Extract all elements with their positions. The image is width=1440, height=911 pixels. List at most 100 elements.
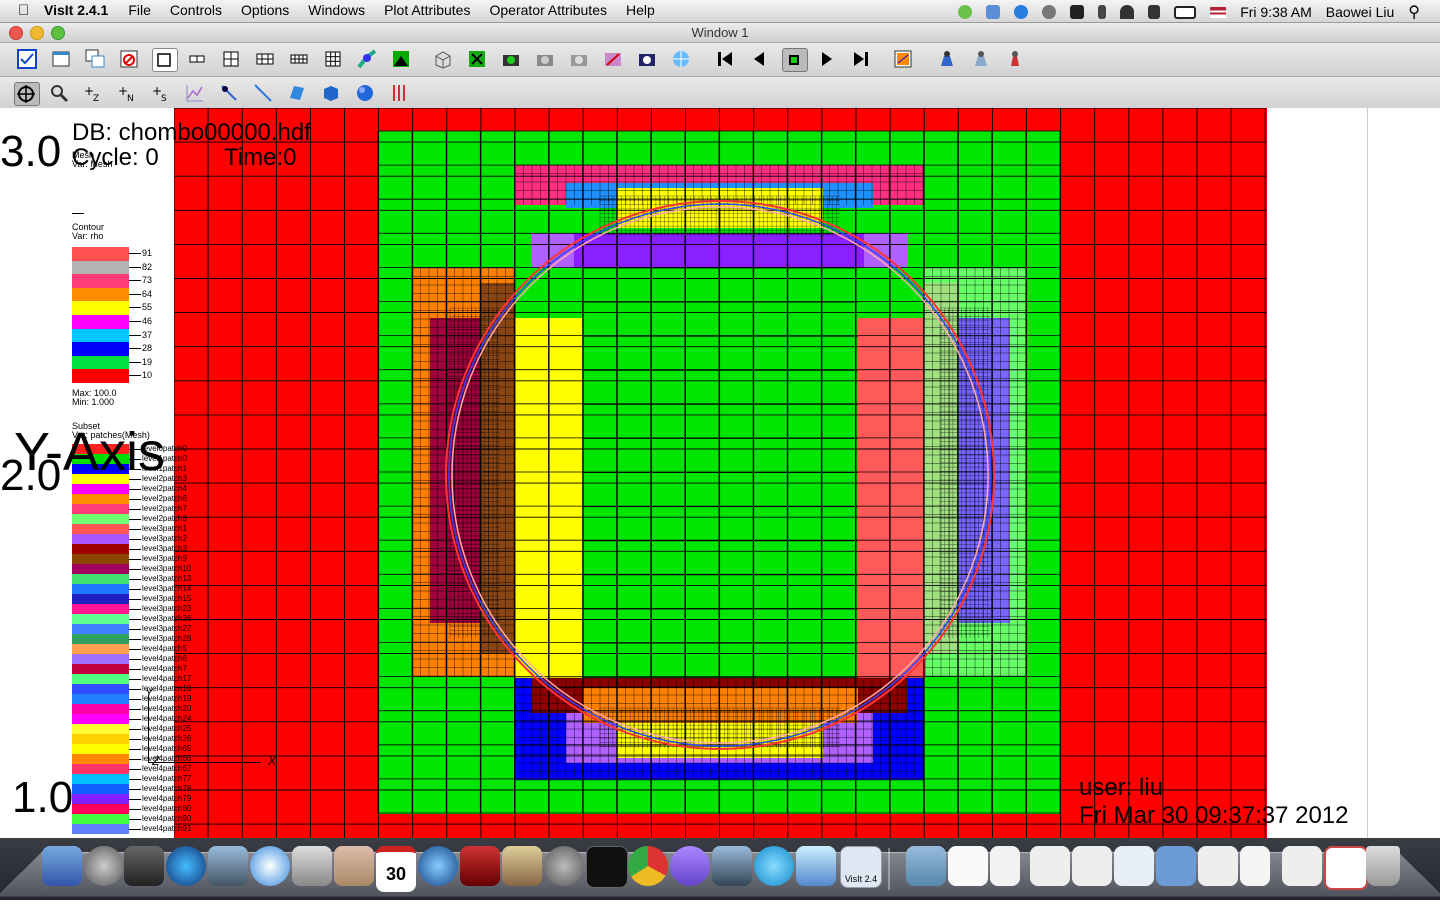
calendar-icon[interactable]: 30	[376, 846, 416, 892]
minimized-window-3[interactable]	[1072, 846, 1112, 886]
menu-options[interactable]: Options	[241, 2, 289, 19]
mission-control-icon[interactable]	[124, 846, 164, 886]
camera-gray-2-icon[interactable]	[568, 48, 592, 70]
new-window-icon[interactable]	[50, 48, 74, 70]
subset-tick	[129, 829, 141, 830]
flag-icon[interactable]	[1210, 6, 1227, 18]
menu-user[interactable]: Baowei Liu	[1326, 4, 1395, 20]
iphoto-icon[interactable]	[502, 846, 542, 886]
forward-step-end-icon[interactable]	[850, 48, 874, 70]
binoculars-icon[interactable]	[1070, 5, 1085, 19]
system-preferences-icon[interactable]	[544, 846, 584, 886]
minimized-window-7[interactable]	[1240, 846, 1270, 886]
annotation-icon[interactable]	[892, 48, 916, 70]
stop-icon[interactable]	[782, 48, 808, 72]
lock-view-icon[interactable]	[390, 48, 414, 70]
app-store-icon[interactable]	[166, 846, 206, 886]
bluetooth-icon[interactable]	[1098, 5, 1107, 19]
downloads-folder-icon[interactable]	[906, 846, 946, 886]
save-image-icon[interactable]	[636, 48, 660, 70]
3d-box-icon[interactable]	[432, 48, 456, 70]
layout-3x3-icon[interactable]	[322, 48, 346, 70]
mesh-plot-canvas[interactable]	[0, 108, 1440, 838]
layout-2x4-icon[interactable]	[288, 48, 312, 70]
time-machine-icon[interactable]	[1042, 5, 1057, 19]
point-tool-icon[interactable]	[218, 82, 242, 104]
globe-icon[interactable]	[670, 48, 694, 70]
triad-x-label: X	[268, 754, 277, 768]
apple-menu-icon[interactable]: 	[18, 2, 44, 19]
menu-plot-attributes[interactable]: Plot Attributes	[384, 2, 470, 19]
safari-icon[interactable]	[250, 846, 290, 886]
launchpad-icon[interactable]	[84, 846, 124, 886]
plane-tool-icon[interactable]	[286, 82, 310, 104]
reverse-play-icon[interactable]	[748, 48, 772, 70]
minimized-window-8[interactable]	[1282, 846, 1322, 886]
play-icon[interactable]	[816, 48, 840, 70]
subset-tick	[129, 619, 141, 620]
tray-app-icon[interactable]	[958, 5, 973, 19]
engine-icon[interactable]	[936, 48, 960, 70]
lineout-icon[interactable]	[184, 82, 208, 104]
zoom-icon[interactable]	[48, 82, 72, 104]
minimized-window-6[interactable]	[1198, 846, 1238, 886]
sphere-tool-icon[interactable]	[354, 82, 378, 104]
delete-window-icon[interactable]	[118, 48, 142, 70]
menu-operator-attributes[interactable]: Operator Attributes	[489, 2, 607, 19]
node-pick-icon[interactable]: + N	[116, 82, 140, 104]
interaction-mode-icon[interactable]	[356, 48, 380, 70]
visualization-viewport[interactable]: 3.0 2.0 1.0 Mesh Var: Mesh Contour Var: …	[0, 108, 1440, 838]
trash-icon[interactable]	[1366, 846, 1400, 886]
volume-icon[interactable]	[1148, 5, 1161, 19]
finder-icon[interactable]	[42, 846, 82, 886]
minimized-window-9[interactable]	[1324, 846, 1368, 890]
menu-file[interactable]: File	[128, 2, 151, 19]
axis-restriction-icon[interactable]	[388, 82, 412, 104]
b-app-icon[interactable]	[1014, 5, 1029, 19]
spotlight-icon[interactable]: ⚲	[1408, 2, 1420, 22]
menu-windows[interactable]: Windows	[308, 2, 365, 19]
skype-icon[interactable]	[754, 846, 794, 886]
menu-help[interactable]: Help	[626, 2, 655, 19]
layout-1x2-icon[interactable]	[186, 48, 210, 70]
wifi-icon[interactable]	[1120, 5, 1135, 19]
layout-2x2-icon[interactable]	[220, 48, 244, 70]
clone-window-icon[interactable]	[84, 48, 108, 70]
line-tool-icon[interactable]	[252, 82, 276, 104]
app-menu[interactable]: VisIt 2.4.1	[44, 2, 108, 19]
menu-controls[interactable]: Controls	[170, 2, 222, 19]
menu-clock[interactable]: Fri 9:38 AM	[1240, 4, 1312, 20]
minimized-window-1[interactable]	[990, 846, 1020, 886]
chrome-icon[interactable]	[628, 846, 668, 886]
facetime-icon[interactable]	[292, 846, 332, 886]
minimized-window-5[interactable]	[1156, 846, 1196, 886]
spin-mode-icon[interactable]	[466, 48, 490, 70]
animation-icon[interactable]	[602, 48, 626, 70]
photo-booth-icon[interactable]	[460, 846, 500, 886]
itunes-icon[interactable]	[418, 846, 458, 886]
dropbox-icon[interactable]	[986, 5, 1001, 19]
navigate-icon[interactable]	[14, 82, 40, 106]
document-stack-icon[interactable]	[948, 846, 988, 886]
minimized-window-4[interactable]	[1114, 846, 1154, 886]
mail-icon[interactable]	[208, 846, 248, 886]
terminal-icon[interactable]	[586, 846, 628, 888]
emacs-icon[interactable]	[670, 846, 710, 886]
engine-2-icon[interactable]	[970, 48, 994, 70]
layout-2x3-icon[interactable]	[254, 48, 278, 70]
battery-icon[interactable]	[1174, 5, 1197, 19]
spreadsheet-pick-icon[interactable]: + S	[150, 82, 174, 104]
visit-dock-icon[interactable]: VisIt 2.4	[840, 846, 882, 888]
box-tool-icon[interactable]	[320, 82, 344, 104]
engine-3-icon[interactable]	[1004, 48, 1028, 70]
minimized-window-2[interactable]	[1030, 846, 1070, 886]
word-app-icon[interactable]	[796, 846, 836, 886]
address-book-icon[interactable]	[334, 846, 374, 886]
clear-plots-icon[interactable]	[16, 48, 40, 70]
zone-pick-icon[interactable]: + Z	[82, 82, 106, 104]
camera-icon[interactable]	[500, 48, 524, 70]
layout-1x1-icon[interactable]	[152, 48, 178, 72]
preview-icon[interactable]	[712, 846, 752, 886]
camera-gray-icon[interactable]	[534, 48, 558, 70]
reverse-step-end-icon[interactable]	[714, 48, 738, 70]
